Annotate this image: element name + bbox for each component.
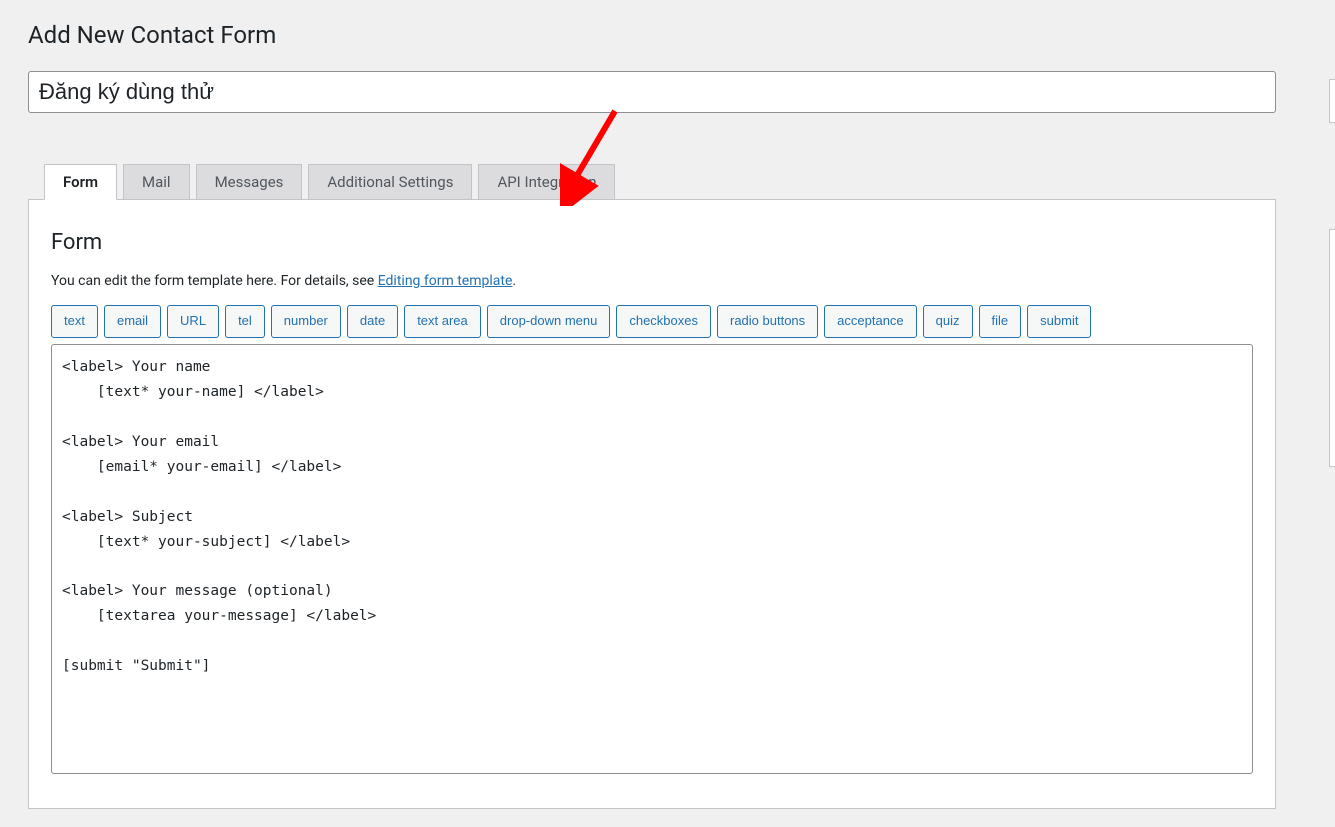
form-title-input[interactable]	[28, 71, 1276, 113]
tag-button-email[interactable]: email	[104, 305, 161, 338]
form-panel: Form You can edit the form template here…	[28, 199, 1276, 809]
tag-generator-buttons: textemailURLtelnumberdatetext areadrop-d…	[51, 305, 1253, 338]
tag-button-drop-down-menu[interactable]: drop-down menu	[487, 305, 611, 338]
tag-button-submit[interactable]: submit	[1027, 305, 1091, 338]
tab-messages[interactable]: Messages	[196, 164, 303, 200]
tag-button-radio-buttons[interactable]: radio buttons	[717, 305, 818, 338]
form-template-editor[interactable]	[51, 344, 1253, 774]
tag-button-date[interactable]: date	[347, 305, 398, 338]
desc-suffix: .	[512, 273, 516, 289]
panel-heading: Form	[51, 230, 1253, 255]
tab-mail[interactable]: Mail	[123, 164, 190, 200]
tag-button-url[interactable]: URL	[167, 305, 219, 338]
right-edge-panel-1	[1329, 79, 1335, 123]
editing-form-template-link[interactable]: Editing form template	[378, 273, 513, 289]
tab-form[interactable]: Form	[44, 164, 117, 200]
panel-description: You can edit the form template here. For…	[51, 273, 1253, 289]
tabs-list: FormMailMessagesAdditional SettingsAPI I…	[44, 163, 1307, 199]
tag-button-acceptance[interactable]: acceptance	[824, 305, 917, 338]
tag-button-tel[interactable]: tel	[225, 305, 265, 338]
tag-button-file[interactable]: file	[979, 305, 1022, 338]
tag-button-checkboxes[interactable]: checkboxes	[616, 305, 711, 338]
form-title-wrap	[28, 71, 1307, 113]
tab-additional-settings[interactable]: Additional Settings	[308, 164, 472, 200]
tag-button-number[interactable]: number	[271, 305, 341, 338]
right-edge-panel-2	[1329, 229, 1335, 467]
tag-button-text-area[interactable]: text area	[404, 305, 481, 338]
tab-api-integration[interactable]: API Integration	[478, 164, 615, 200]
desc-prefix: You can edit the form template here. For…	[51, 273, 378, 289]
tag-button-text[interactable]: text	[51, 305, 98, 338]
page-title: Add New Contact Form	[28, 20, 1307, 51]
tag-button-quiz[interactable]: quiz	[923, 305, 973, 338]
